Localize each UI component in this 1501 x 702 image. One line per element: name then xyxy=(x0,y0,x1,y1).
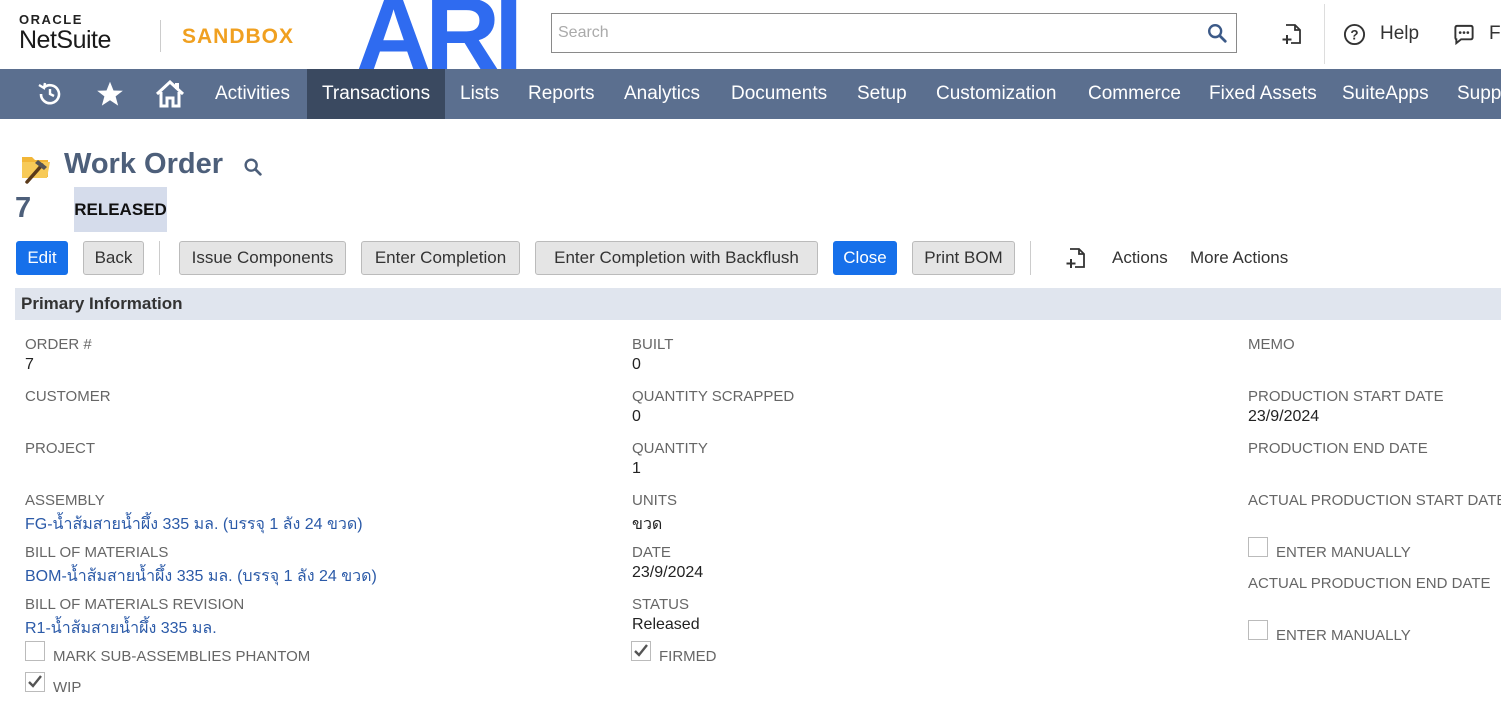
nav-commerce[interactable]: Commerce xyxy=(1073,69,1196,119)
new-record-icon[interactable] xyxy=(1281,22,1305,46)
order-number-label: Order # xyxy=(25,336,92,353)
production-start-value: 23/9/2024 xyxy=(1248,408,1320,425)
actions-menu[interactable]: Actions xyxy=(1112,248,1168,268)
actual-end-manual-checkbox[interactable] xyxy=(1248,620,1268,640)
recent-records[interactable] xyxy=(28,69,72,119)
toolbar-divider xyxy=(159,241,160,275)
production-end-label: Production End Date xyxy=(1248,440,1428,457)
new-record-icon[interactable] xyxy=(1065,246,1089,270)
page-title: Work Order xyxy=(64,148,224,180)
main-navigation: Activities Transactions Lists Reports An… xyxy=(0,69,1501,119)
status-label: Status xyxy=(632,596,689,613)
units-label: Units xyxy=(632,492,677,509)
section-title: Primary Information xyxy=(21,294,183,313)
wip-label: WIP xyxy=(53,679,82,696)
more-actions-menu[interactable]: More Actions xyxy=(1190,248,1288,268)
enter-completion-backflush-button[interactable]: Enter Completion with Backflush xyxy=(535,241,818,275)
mark-phantom-label: Mark Sub-Assemblies Phantom xyxy=(53,648,311,665)
bom-label: Bill of Materials xyxy=(25,544,169,561)
issue-components-button[interactable]: Issue Components xyxy=(179,241,346,275)
production-start-label: Production Start Date xyxy=(1248,388,1444,405)
nav-lists[interactable]: Lists xyxy=(445,69,514,119)
close-button[interactable]: Close xyxy=(833,241,897,275)
project-label: Project xyxy=(25,440,96,457)
bom-link[interactable]: BOM-น้ำส้มสายน้ำผึ้ง 335 มล. (บรรจุ 1 ลั… xyxy=(25,564,377,589)
bom-revision-link[interactable]: R1-น้ำส้มสายน้ำผึ้ง 335 มล. xyxy=(25,616,217,641)
help-icon[interactable]: ? xyxy=(1343,23,1366,46)
actual-start-label: Actual Production Start Date xyxy=(1248,492,1501,509)
nav-activities[interactable]: Activities xyxy=(200,69,305,119)
ari-logo-text: ARI xyxy=(356,0,517,72)
status-value: Released xyxy=(632,616,700,633)
mark-phantom-checkbox[interactable] xyxy=(25,641,45,661)
netsuite-wordmark: NetSuite xyxy=(19,26,111,54)
favorites-menu[interactable] xyxy=(88,69,132,119)
nav-setup[interactable]: Setup xyxy=(842,69,922,119)
checkmark-icon xyxy=(634,644,648,657)
quantity-scrapped-label: Quantity Scrapped xyxy=(632,388,795,405)
ari-brand-logo: ARI xyxy=(356,0,523,72)
actual-end-label: Actual Production End Date xyxy=(1248,575,1491,592)
assembly-label: Assembly xyxy=(25,492,105,509)
edit-button[interactable]: Edit xyxy=(16,241,68,275)
search-icon[interactable] xyxy=(242,156,264,178)
status-badge: RELEASED xyxy=(74,187,167,232)
help-link[interactable]: Help xyxy=(1380,23,1419,45)
nav-fixed-assets[interactable]: Fixed Assets xyxy=(1194,69,1332,119)
memo-label: Memo xyxy=(1248,336,1295,353)
built-value: 0 xyxy=(632,356,641,373)
svg-text:?: ? xyxy=(1350,27,1358,42)
star-icon xyxy=(97,81,123,106)
logo-divider xyxy=(160,20,161,52)
nav-reports[interactable]: Reports xyxy=(513,69,610,119)
environment-label: SANDBOX xyxy=(182,25,295,48)
search-icon[interactable] xyxy=(1206,22,1228,44)
header-divider xyxy=(1324,4,1325,64)
history-icon xyxy=(38,82,61,105)
enter-completion-button[interactable]: Enter Completion xyxy=(361,241,520,275)
nav-documents[interactable]: Documents xyxy=(716,69,842,119)
chat-icon[interactable] xyxy=(1452,23,1476,46)
quantity-label: Quantity xyxy=(632,440,708,457)
record-number: 7 xyxy=(15,192,32,224)
toolbar-divider xyxy=(1030,241,1031,275)
nav-support[interactable]: Supp xyxy=(1442,69,1501,119)
feedback-link[interactable]: Fe xyxy=(1489,23,1501,45)
date-label: Date xyxy=(632,544,671,561)
search-input[interactable] xyxy=(556,14,1180,52)
top-header: ORACLE NetSuite SANDBOX ARI ? Help Fe xyxy=(0,0,1501,72)
assembly-link[interactable]: FG-น้ำส้มสายน้ำผึ้ง 335 มล. (บรรจุ 1 ลัง… xyxy=(25,512,363,537)
nav-customization[interactable]: Customization xyxy=(921,69,1071,119)
customer-label: Customer xyxy=(25,388,111,405)
work-order-icon xyxy=(22,157,50,184)
back-button[interactable]: Back xyxy=(83,241,144,275)
wip-checkbox[interactable] xyxy=(25,672,45,692)
checkmark-icon xyxy=(28,675,42,688)
global-search[interactable] xyxy=(551,13,1237,53)
date-value: 23/9/2024 xyxy=(632,564,704,581)
home-icon xyxy=(155,80,185,108)
quantity-value: 1 xyxy=(632,460,641,477)
actual-start-manual-label: Enter Manually xyxy=(1276,544,1411,561)
order-number-value: 7 xyxy=(25,356,34,373)
quantity-scrapped-value: 0 xyxy=(632,408,641,425)
firmed-label: Firmed xyxy=(659,648,717,665)
print-bom-button[interactable]: Print BOM xyxy=(912,241,1015,275)
oracle-wordmark: ORACLE xyxy=(19,12,83,27)
nav-transactions[interactable]: Transactions xyxy=(307,69,445,119)
netsuite-logo[interactable]: ORACLE NetSuite xyxy=(19,13,129,55)
bom-revision-label: Bill of Materials Revision xyxy=(25,596,245,613)
built-label: Built xyxy=(632,336,674,353)
units-value: ขวด xyxy=(632,516,663,533)
nav-analytics[interactable]: Analytics xyxy=(609,69,715,119)
actual-start-manual-checkbox[interactable] xyxy=(1248,537,1268,557)
firmed-checkbox[interactable] xyxy=(631,641,651,661)
actual-end-manual-label: Enter Manually xyxy=(1276,627,1411,644)
home-link[interactable] xyxy=(148,69,192,119)
nav-suiteapps[interactable]: SuiteApps xyxy=(1327,69,1444,119)
primary-information-section[interactable]: Primary Information xyxy=(15,288,1501,320)
